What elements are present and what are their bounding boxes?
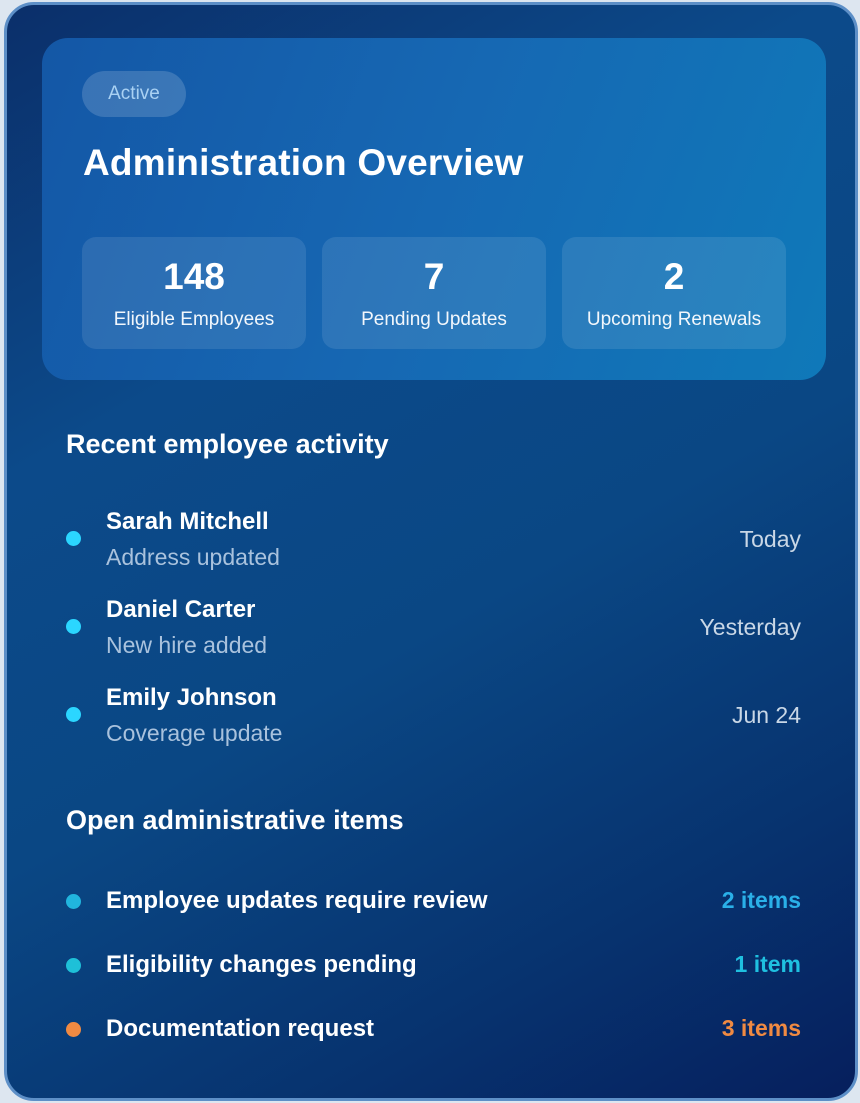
activity-description: New hire added [106, 632, 268, 658]
open-item-label: Eligibility changes pending [106, 951, 417, 978]
stat-upcoming-renewals[interactable]: 2 Upcoming Renewals [562, 237, 786, 349]
open-item-row[interactable]: Employee updates require review 2 items [7, 881, 855, 921]
stat-label: Upcoming Renewals [586, 309, 762, 330]
employee-name: Daniel Carter [106, 596, 256, 623]
stat-value: 7 [423, 256, 445, 297]
open-items-heading: Open administrative items [66, 805, 404, 835]
stat-pending-updates[interactable]: 7 Pending Updates [322, 237, 546, 349]
activity-list-item[interactable]: Sarah Mitchell Address updated Today [7, 508, 855, 588]
activity-description: Coverage update [106, 720, 283, 746]
recent-activity-heading: Recent employee activity [66, 429, 389, 459]
activity-description: Address updated [106, 544, 280, 570]
open-item-count: 3 items [721, 1015, 801, 1041]
status-dot-icon [66, 1022, 81, 1037]
overview-hero-panel: Active Administration Overview 148 Eligi… [42, 38, 826, 380]
stat-eligible-employees[interactable]: 148 Eligible Employees [82, 237, 306, 349]
stat-label: Eligible Employees [113, 309, 275, 330]
activity-list-item[interactable]: Emily Johnson Coverage update Jun 24 [7, 684, 855, 764]
employee-name: Sarah Mitchell [106, 508, 269, 535]
activity-date: Yesterday [699, 614, 801, 640]
activity-date: Jun 24 [731, 702, 801, 728]
stat-value: 2 [663, 256, 685, 297]
page-title: Administration Overview [83, 142, 524, 183]
status-dot-icon [66, 958, 81, 973]
open-item-count: 2 items [721, 887, 801, 913]
stat-label: Pending Updates [361, 309, 507, 330]
open-item-row[interactable]: Documentation request 3 items [7, 1009, 855, 1049]
open-item-count: 1 item [734, 951, 801, 977]
status-badge: Active [82, 71, 186, 117]
stat-value: 148 [163, 256, 225, 297]
status-dot-icon [66, 707, 81, 722]
status-dot-icon [66, 894, 81, 909]
open-item-label: Documentation request [106, 1015, 375, 1042]
open-item-label: Employee updates require review [106, 887, 488, 914]
activity-list-item[interactable]: Daniel Carter New hire added Yesterday [7, 596, 855, 676]
status-dot-icon [66, 619, 81, 634]
activity-date: Today [739, 526, 801, 552]
open-item-row[interactable]: Eligibility changes pending 1 item [7, 945, 855, 985]
employee-name: Emily Johnson [106, 684, 277, 711]
administration-overview-card: Active Administration Overview 148 Eligi… [4, 2, 858, 1101]
status-dot-icon [66, 531, 81, 546]
